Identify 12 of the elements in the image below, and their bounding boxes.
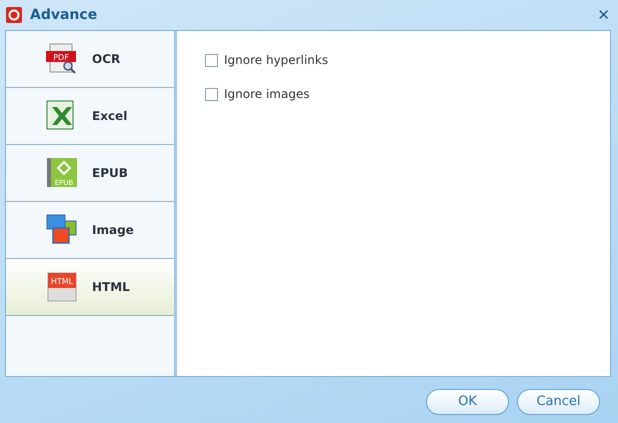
sidebar-tab[interactable]: HTML HTML xyxy=(6,259,174,316)
ok-button[interactable]: OK xyxy=(426,389,509,415)
checkbox[interactable] xyxy=(205,54,218,66)
app-icon xyxy=(6,7,22,23)
checkbox[interactable] xyxy=(205,88,218,100)
checkbox-label: Ignore hyperlinks xyxy=(224,52,328,69)
window-title: Advance xyxy=(30,6,98,24)
close-button[interactable]: ✕ xyxy=(595,8,612,22)
checkbox-label: Ignore images xyxy=(224,86,310,103)
html-document-icon: HTML xyxy=(46,271,78,303)
pictures-icon xyxy=(46,214,78,246)
cancel-button[interactable]: Cancel xyxy=(517,389,600,415)
